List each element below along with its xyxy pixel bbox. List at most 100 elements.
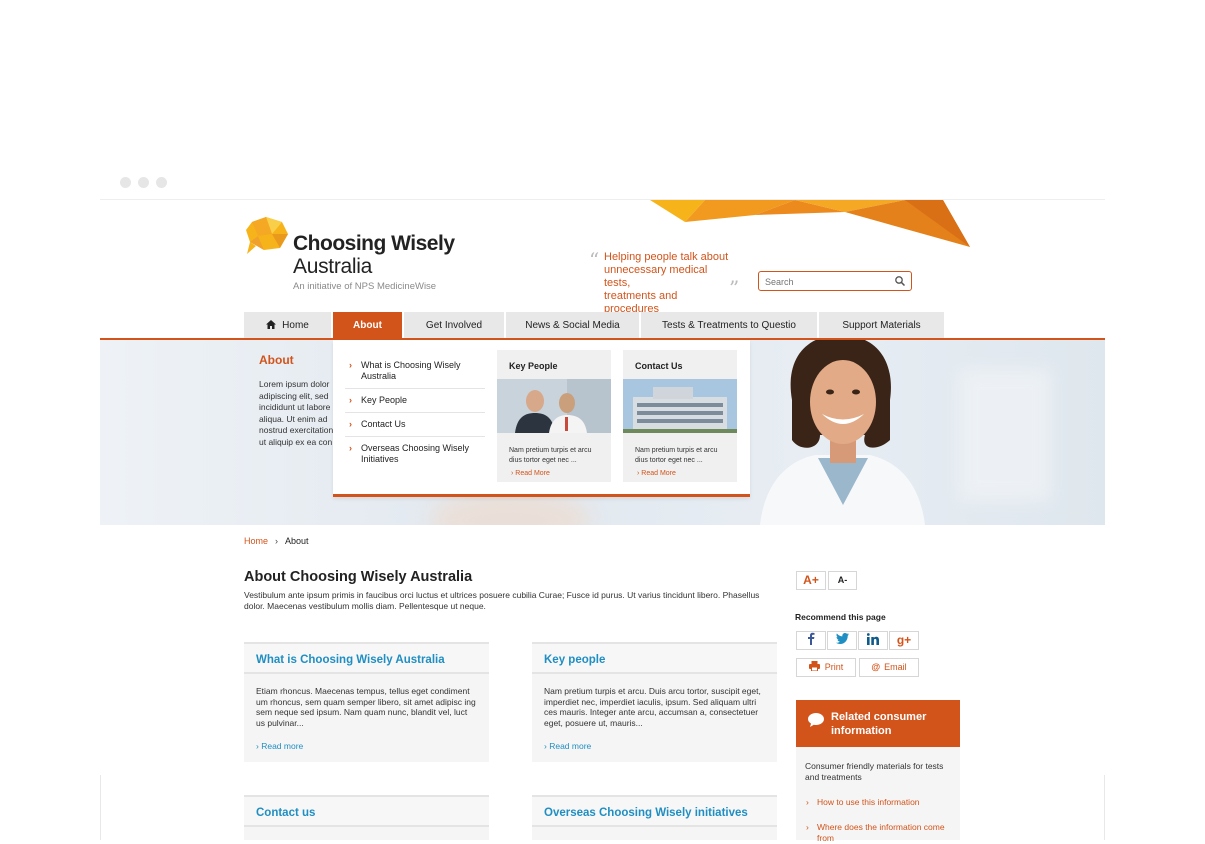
- related-link-where-from[interactable]: Where does the information come from: [817, 822, 955, 844]
- main-nav: Home About Get Involved News & Social Me…: [244, 312, 944, 338]
- hero-text-line: ut aliquip ex ea con: [259, 436, 333, 447]
- nav-about[interactable]: About: [333, 312, 404, 338]
- font-decrease-button[interactable]: A-: [828, 571, 857, 590]
- related-link-how-to-use[interactable]: How to use this information: [817, 797, 955, 808]
- googleplus-button[interactable]: g+: [889, 631, 919, 650]
- print-button[interactable]: Print: [796, 658, 856, 677]
- read-more-label: Read More: [641, 470, 676, 477]
- email-button[interactable]: @ Email: [859, 658, 919, 677]
- search-input[interactable]: [759, 273, 889, 291]
- linkedin-icon: [866, 633, 879, 645]
- dropdown-link-list: › What is Choosing Wisely Australia › Key …: [345, 354, 485, 471]
- chevron-right-icon: ›: [349, 443, 352, 453]
- tagline-line: unnecessary medical tests,: [604, 264, 708, 289]
- card-title: Contact Us: [635, 361, 683, 371]
- panel-key-people: Key people Nam pretium turpis et arcu. D…: [532, 642, 777, 762]
- window-dot: [156, 177, 167, 188]
- card-title: Key People: [509, 361, 558, 371]
- key-people-photo: [497, 379, 611, 433]
- hero-title: About: [259, 353, 294, 367]
- panel-overseas: Overseas Choosing Wisely initiatives: [532, 795, 777, 840]
- dropdown-card-key-people[interactable]: Key People Nam pretium turpis et arcu di…: [497, 350, 611, 482]
- chevron-right-icon: ›: [806, 822, 809, 832]
- read-more-label: Read More: [515, 470, 550, 477]
- email-label: Email: [884, 662, 907, 672]
- panel-what-is: What is Choosing Wisely Australia Etiam …: [244, 642, 489, 762]
- at-icon: @: [871, 662, 881, 672]
- dropdown-card-contact[interactable]: Contact Us Nam pretium turpis et arcu di…: [623, 350, 737, 482]
- quote-close-icon: ”: [729, 276, 740, 300]
- read-more-link[interactable]: › Read more: [532, 728, 777, 751]
- dropdown-link-overseas[interactable]: › Overseas Choosing Wisely Initiatives: [345, 437, 485, 471]
- quote-open-icon: “: [589, 248, 600, 272]
- building-photo: [623, 379, 737, 433]
- breadcrumb: Home › About: [244, 536, 309, 546]
- read-more-link[interactable]: › Read More: [623, 466, 737, 477]
- window-border-left: [100, 775, 101, 840]
- dropdown-link-label: What is Choosing Wisely Australia: [361, 360, 461, 381]
- print-icon: [808, 661, 820, 672]
- about-dropdown-menu: › What is Choosing Wisely Australia › Key …: [333, 340, 750, 497]
- related-text: Consumer friendly materials for tests an…: [805, 761, 944, 782]
- page-title: About Choosing Wisely Australia: [244, 569, 473, 585]
- window-dot: [120, 177, 131, 188]
- logo-icon: [246, 217, 288, 254]
- read-more-link[interactable]: › Read More: [497, 466, 611, 477]
- card-text: Nam pretium turpis et arcu dius tortor e…: [635, 447, 718, 464]
- read-more-link[interactable]: › Read more: [244, 728, 489, 751]
- nav-home[interactable]: Home: [244, 312, 333, 338]
- breadcrumb-home[interactable]: Home: [244, 536, 268, 546]
- nav-tests-treatments[interactable]: Tests & Treatments to Questio: [641, 312, 819, 338]
- panel-body: Nam pretium turpis et arcu. Duis arcu to…: [544, 686, 761, 728]
- chevron-right-icon: ›: [806, 797, 809, 807]
- chevron-right-icon: ›: [349, 419, 352, 429]
- font-increase-button[interactable]: A+: [796, 571, 826, 590]
- facebook-icon: [808, 632, 815, 645]
- chevron-right-icon: ›: [349, 395, 352, 405]
- read-more-label: Read more: [549, 741, 592, 751]
- brand-subtitle: Australia: [293, 255, 373, 278]
- tagline: Helping people talk about unnecessary me…: [604, 251, 734, 316]
- speech-bubble-icon: [808, 713, 824, 727]
- nav-support-materials[interactable]: Support Materials: [819, 312, 944, 338]
- twitter-icon: [835, 633, 849, 644]
- dropdown-link-label: Key People: [361, 395, 408, 405]
- tagline-line: Helping people talk about: [604, 251, 729, 263]
- hero-background-blur: [960, 370, 1050, 500]
- twitter-button[interactable]: [827, 631, 857, 650]
- googleplus-icon: g+: [896, 633, 912, 647]
- dropdown-link-label: Contact Us: [361, 419, 406, 429]
- dropdown-link-contact[interactable]: › Contact Us: [345, 413, 485, 437]
- related-consumer-body: Consumer friendly materials for tests an…: [796, 747, 960, 843]
- chevron-right-icon: ›: [349, 360, 352, 370]
- nav-news-social[interactable]: News & Social Media: [506, 312, 641, 338]
- page-intro: Vestibulum ante ipsum primis in faucibus…: [244, 590, 760, 611]
- panel-title[interactable]: What is Choosing Wisely Australia: [244, 642, 489, 674]
- hero-text-line: adipiscing elit, sed: [259, 390, 329, 401]
- related-consumer-header: Related consumer information: [796, 700, 960, 747]
- breadcrumb-separator: ›: [275, 536, 279, 546]
- panel-title[interactable]: Overseas Choosing Wisely initiatives: [532, 795, 777, 827]
- dropdown-link-what-is[interactable]: › What is Choosing Wisely Australia: [345, 354, 485, 389]
- hero-text-line: nostrud exercitation: [259, 425, 334, 435]
- nav-get-involved[interactable]: Get Involved: [404, 312, 506, 338]
- brand-initiative: An initiative of NPS MedicineWise: [293, 281, 437, 292]
- facebook-button[interactable]: [796, 631, 826, 650]
- window-dot: [138, 177, 149, 188]
- search-icon[interactable]: [895, 276, 905, 286]
- hero-text-line: aliqua. Ut enim ad: [259, 413, 328, 424]
- panel-contact-us: Contact us: [244, 795, 489, 840]
- dropdown-link-key-people[interactable]: › Key People: [345, 389, 485, 413]
- header-decoration: [650, 200, 970, 247]
- recommend-label: Recommend this page: [795, 612, 886, 622]
- window-controls: [120, 175, 174, 193]
- related-title: Related consumer information: [831, 711, 927, 737]
- print-label: Print: [824, 662, 844, 672]
- brand-title: Choosing Wisely: [293, 232, 455, 255]
- search-box: [758, 271, 912, 291]
- home-icon: [266, 320, 277, 329]
- panel-title[interactable]: Key people: [532, 642, 777, 674]
- panel-title[interactable]: Contact us: [244, 795, 489, 827]
- linkedin-button[interactable]: [858, 631, 888, 650]
- doctor-photo: [760, 340, 925, 525]
